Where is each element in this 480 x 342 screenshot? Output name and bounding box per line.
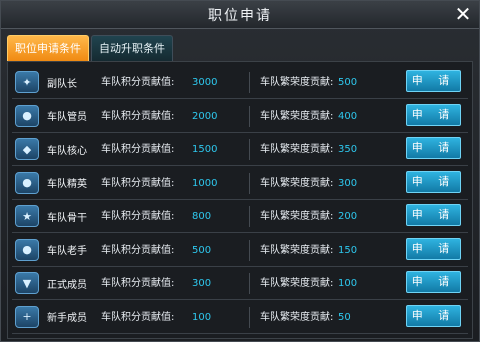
honor-value: 100	[338, 278, 358, 289]
rank-row: ● 车队精英 车队积分贡献值: 1000 车队繁荣度贡献: 300 申 请	[8, 167, 472, 200]
rank-cell: ● 车队精英	[15, 170, 99, 196]
rank-cell: ● 车队管员	[15, 103, 99, 129]
apply-button[interactable]: 申 请	[406, 70, 461, 92]
honor-value: 350	[338, 144, 358, 155]
points-label: 车队积分贡献值:	[101, 110, 175, 122]
apply-button[interactable]: 申 请	[406, 170, 461, 193]
conditions-panel: ✦ 副队长 车队积分贡献值: 3000 车队繁荣度贡献: 500 申 请 ● 车…	[7, 61, 473, 339]
apply-button[interactable]: 申 请	[406, 103, 461, 126]
person-badge-icon: ●	[15, 171, 39, 194]
rank-row: ● 车队管员 车队积分贡献值: 2000 车队繁荣度贡献: 400 申 请	[8, 100, 472, 133]
rank-cell: ★ 车队骨干	[15, 203, 99, 229]
honor-label: 车队繁荣度贡献:	[260, 211, 334, 222]
rank-cell: + 新手成员	[15, 304, 99, 330]
apply-button[interactable]: 申 请	[406, 204, 461, 226]
honor-label: 车队繁荣度贡献:	[260, 110, 334, 122]
honor-value: 50	[338, 311, 351, 323]
rank-row: + 新手成员 车队积分贡献值: 100 车队繁荣度贡献: 50 申 请	[8, 301, 472, 334]
tab-bar: 职位申请条件 自动升职条件	[7, 35, 173, 61]
honor-value: 200	[338, 211, 358, 222]
points-value: 500	[192, 244, 212, 256]
close-icon[interactable]: ✕	[453, 4, 473, 24]
honor-value: 400	[338, 110, 358, 122]
wings-badge-icon: ✦	[15, 71, 39, 93]
honor-label: 车队繁荣度贡献:	[260, 144, 334, 155]
points-label: 车队积分贡献值:	[101, 177, 175, 189]
tab-application-conditions[interactable]: 职位申请条件	[7, 35, 89, 61]
star-badge-icon: ★	[15, 205, 39, 227]
points-label: 车队积分贡献值:	[101, 211, 175, 222]
title-bar: 职位申请	[1, 1, 479, 29]
row-separator	[12, 332, 468, 334]
rank-row: ✦ 副队长 车队积分贡献值: 3000 车队繁荣度贡献: 500 申 请	[8, 66, 472, 99]
points-label: 车队积分贡献值:	[101, 244, 175, 256]
rank-row: ● 车队老手 车队积分贡献值: 500 车队繁荣度贡献: 150 申 请	[8, 234, 472, 267]
rank-cell: ◆ 车队核心	[15, 136, 99, 162]
points-value: 2000	[192, 110, 218, 122]
rank-name: 副队长	[47, 78, 77, 90]
points-value: 1000	[192, 177, 218, 189]
position-application-window: 职位申请 ✕ 职位申请条件 自动升职条件 ✦ 副队长 车队积分贡献值: 3000…	[0, 0, 480, 342]
points-label: 车队积分贡献值:	[101, 144, 175, 155]
apply-button[interactable]: 申 请	[406, 237, 461, 260]
rank-name: 车队核心	[47, 145, 87, 157]
honor-label: 车队繁荣度贡献:	[260, 278, 334, 289]
honor-label: 车队繁荣度贡献:	[260, 311, 334, 323]
points-label: 车队积分贡献值:	[101, 311, 175, 323]
apply-button[interactable]: 申 请	[406, 304, 461, 327]
points-value: 1500	[192, 144, 218, 155]
rank-row: ▼ 正式成员 车队积分贡献值: 300 车队繁荣度贡献: 100 申 请	[8, 267, 472, 300]
person-badge-icon: ●	[15, 238, 39, 261]
row-divider	[249, 139, 250, 160]
rank-name: 车队老手	[47, 246, 87, 257]
group-badge-icon: ◆	[15, 138, 39, 160]
apply-button[interactable]: 申 请	[406, 137, 461, 159]
points-value: 100	[192, 311, 212, 323]
honor-value: 150	[338, 244, 358, 256]
points-label: 车队积分贡献值:	[101, 77, 175, 88]
row-divider	[249, 306, 250, 328]
apply-button[interactable]: 申 请	[406, 271, 461, 293]
rank-name: 新手成员	[47, 313, 87, 324]
row-divider	[249, 105, 250, 127]
honor-value: 300	[338, 177, 358, 189]
row-divider	[249, 239, 250, 261]
honor-label: 车队繁荣度贡献:	[260, 77, 334, 88]
person-badge-icon: ●	[15, 104, 39, 127]
rank-row: ◆ 车队核心 车队积分贡献值: 1500 车队繁荣度贡献: 350 申 请	[8, 133, 472, 166]
rank-name: 车队精英	[47, 179, 87, 190]
row-divider	[249, 172, 250, 194]
points-value: 800	[192, 211, 212, 222]
row-divider	[249, 72, 250, 93]
rank-cell: ● 车队老手	[15, 237, 99, 263]
rank-name: 车队管员	[47, 112, 87, 123]
rank-cell: ✦ 副队长	[15, 69, 99, 95]
honor-label: 车队繁荣度贡献:	[260, 177, 334, 189]
rank-name: 车队骨干	[47, 212, 87, 224]
rank-row: ★ 车队骨干 车队积分贡献值: 800 车队繁荣度贡献: 200 申 请	[8, 200, 472, 233]
tab-auto-promotion-conditions[interactable]: 自动升职条件	[91, 35, 173, 61]
points-label: 车队积分贡献值:	[101, 278, 175, 289]
row-divider	[249, 273, 250, 294]
rank-cell: ▼ 正式成员	[15, 270, 99, 296]
shield-badge-icon: ▼	[15, 272, 39, 294]
plus-badge-icon: +	[15, 305, 39, 328]
rank-name: 正式成员	[47, 279, 87, 291]
honor-label: 车队繁荣度贡献:	[260, 244, 334, 256]
honor-value: 500	[338, 77, 358, 88]
points-value: 3000	[192, 77, 218, 88]
points-value: 300	[192, 278, 212, 289]
window-title: 职位申请	[208, 7, 272, 24]
row-divider	[249, 206, 250, 227]
